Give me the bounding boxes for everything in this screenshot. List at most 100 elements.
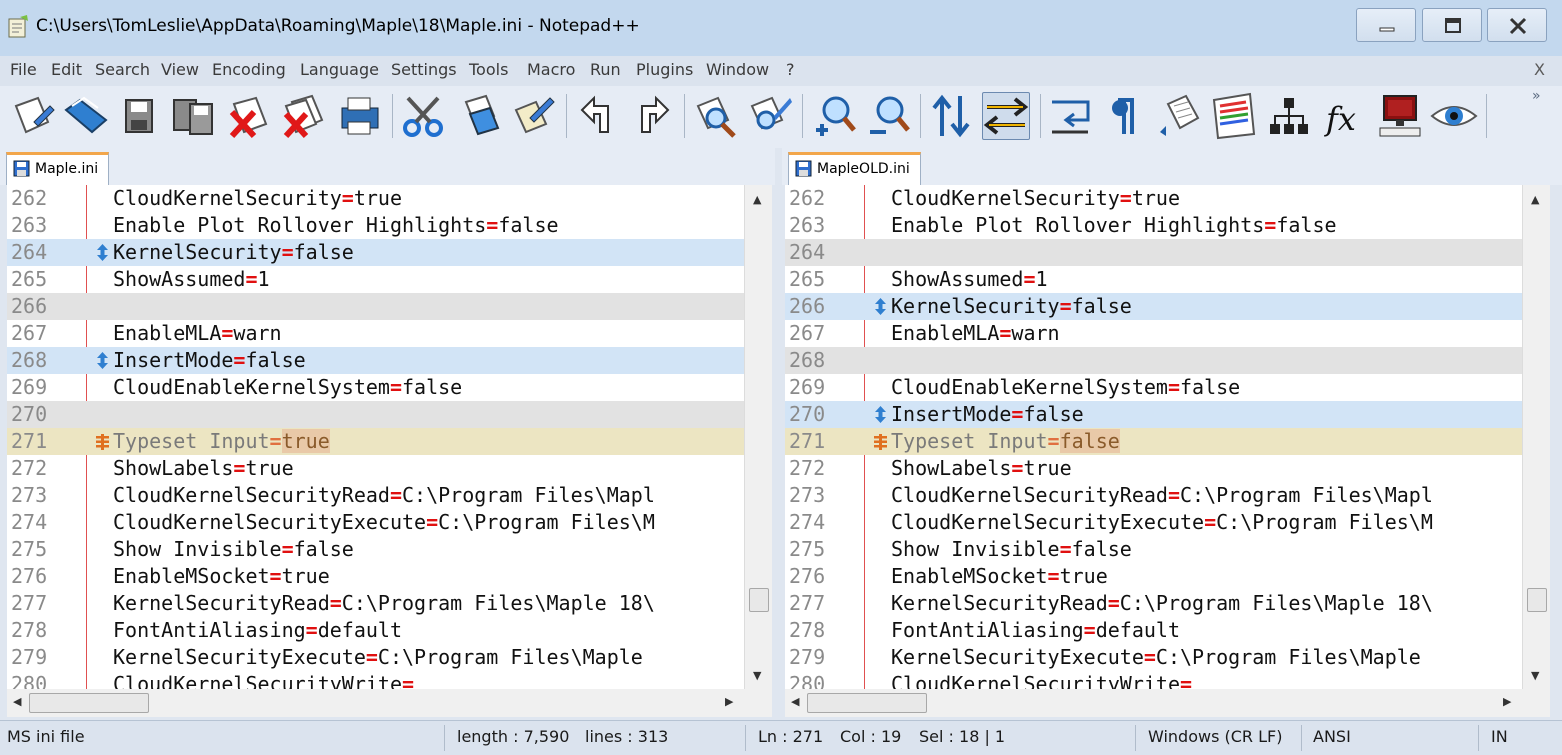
indent-guide-icon[interactable] <box>1156 92 1204 140</box>
code-line-273[interactable]: 273 CloudKernelSecurityRead=C:\Program Fi… <box>7 482 744 509</box>
menu-search[interactable]: Search <box>95 60 150 79</box>
code-line-276[interactable]: 276 EnableMSocket=true <box>7 563 744 590</box>
code-line-271[interactable]: 271 Typeset Input=false <box>785 428 1522 455</box>
horizontal-scrollbar-left[interactable]: ◀ ▶ <box>7 689 744 717</box>
status-eol[interactable]: Windows (CR LF) <box>1148 727 1282 746</box>
menu-plugins[interactable]: Plugins <box>636 60 693 79</box>
replace-icon[interactable] <box>746 92 794 140</box>
scroll-up-arrow-icon[interactable]: ▲ <box>753 193 761 206</box>
scroll-down-arrow-icon[interactable]: ▼ <box>1531 669 1539 682</box>
zoom-in-icon[interactable] <box>810 92 858 140</box>
close-all-icon[interactable] <box>278 92 326 140</box>
status-insert-mode[interactable]: IN <box>1491 727 1508 746</box>
scroll-up-arrow-icon[interactable]: ▲ <box>1531 193 1539 206</box>
scroll-thumb[interactable] <box>1527 588 1547 612</box>
word-wrap-icon[interactable] <box>1048 92 1096 140</box>
code-line-277[interactable]: 277 KernelSecurityRead=C:\Program Files\M… <box>785 590 1522 617</box>
scroll-thumb[interactable] <box>807 693 927 713</box>
doc-map-icon[interactable] <box>1210 92 1258 140</box>
code-line-275[interactable]: 275 Show Invisible=false <box>785 536 1522 563</box>
menu-help[interactable]: ? <box>786 60 795 79</box>
code-line-267[interactable]: 267 EnableMLA=warn <box>7 320 744 347</box>
horizontal-scrollbar-right[interactable]: ◀ ▶ <box>785 689 1522 717</box>
fx-icon[interactable]: fx <box>1320 92 1368 140</box>
close-file-icon[interactable] <box>224 92 272 140</box>
code-line-264[interactable]: 264 <box>785 239 1522 266</box>
menu-encoding[interactable]: Encoding <box>212 60 286 79</box>
scroll-right-arrow-icon[interactable]: ▶ <box>1503 695 1511 708</box>
close-window-button[interactable] <box>1487 8 1547 42</box>
code-line-278[interactable]: 278 FontAntiAliasing=default <box>7 617 744 644</box>
code-line-269[interactable]: 269 CloudEnableKernelSystem=false <box>7 374 744 401</box>
zoom-out-icon[interactable] <box>864 92 912 140</box>
vertical-scrollbar[interactable]: ▲ ▼ <box>744 185 772 692</box>
copy-icon[interactable] <box>456 92 504 140</box>
menu-file[interactable]: File <box>10 60 37 79</box>
code-line-268[interactable]: 268 <box>785 347 1522 374</box>
code-line-265[interactable]: 265 ShowAssumed=1 <box>7 266 744 293</box>
code-line-263[interactable]: 263 Enable Plot Rollover Highlights=false <box>7 212 744 239</box>
code-line-278[interactable]: 278 FontAntiAliasing=default <box>785 617 1522 644</box>
code-line-269[interactable]: 269 CloudEnableKernelSystem=false <box>785 374 1522 401</box>
new-file-icon[interactable] <box>8 92 56 140</box>
menu-run[interactable]: Run <box>590 60 621 79</box>
undo-icon[interactable] <box>574 92 622 140</box>
print-icon[interactable] <box>336 92 384 140</box>
code-line-273[interactable]: 273 CloudKernelSecurityRead=C:\Program Fi… <box>785 482 1522 509</box>
scroll-thumb[interactable] <box>749 588 769 612</box>
status-encoding[interactable]: ANSI <box>1313 727 1351 746</box>
menu-language[interactable]: Language <box>300 60 379 79</box>
tab-mapleold-ini[interactable]: MapleOLD.ini <box>788 152 921 185</box>
toolbar-overflow-button[interactable]: » <box>1532 88 1541 104</box>
code-line-268[interactable]: 268 InsertMode=false <box>7 347 744 374</box>
monitoring-icon[interactable] <box>1376 92 1424 140</box>
scroll-right-arrow-icon[interactable]: ▶ <box>725 695 733 708</box>
code-line-270[interactable]: 270 <box>7 401 744 428</box>
code-line-277[interactable]: 277 KernelSecurityRead=C:\Program Files\M… <box>7 590 744 617</box>
scroll-left-arrow-icon[interactable]: ◀ <box>791 695 799 708</box>
code-line-264[interactable]: 264 KernelSecurity=false <box>7 239 744 266</box>
menu-edit[interactable]: Edit <box>51 60 82 79</box>
menu-macro[interactable]: Macro <box>527 60 575 79</box>
paste-icon[interactable] <box>510 92 558 140</box>
code-line-266[interactable]: 266 <box>7 293 744 320</box>
editor-left[interactable]: 262 CloudKernelSecurity=true 263 Enable Plo… <box>7 185 772 692</box>
find-icon[interactable] <box>692 92 740 140</box>
maximize-button[interactable] <box>1422 8 1482 42</box>
save-all-icon[interactable] <box>170 92 218 140</box>
vertical-scrollbar[interactable]: ▲ ▼ <box>1522 185 1550 692</box>
code-line-274[interactable]: 274 CloudKernelSecurityExecute=C:\Program… <box>7 509 744 536</box>
code-line-275[interactable]: 275 Show Invisible=false <box>7 536 744 563</box>
code-line-270[interactable]: 270 InsertMode=false <box>785 401 1522 428</box>
scroll-thumb[interactable] <box>29 693 149 713</box>
sync-vertical-icon[interactable] <box>928 92 976 140</box>
code-line-272[interactable]: 272 ShowLabels=true <box>785 455 1522 482</box>
code-line-266[interactable]: 266 KernelSecurity=false <box>785 293 1522 320</box>
code-line-262[interactable]: 262 CloudKernelSecurity=true <box>7 185 744 212</box>
show-all-chars-icon[interactable] <box>1102 92 1150 140</box>
scroll-left-arrow-icon[interactable]: ◀ <box>13 695 21 708</box>
menu-settings[interactable]: Settings <box>391 60 457 79</box>
code-line-272[interactable]: 272 ShowLabels=true <box>7 455 744 482</box>
code-line-274[interactable]: 274 CloudKernelSecurityExecute=C:\Program… <box>785 509 1522 536</box>
scroll-down-arrow-icon[interactable]: ▼ <box>753 669 761 682</box>
save-icon[interactable] <box>116 92 164 140</box>
code-line-271[interactable]: 271 Typeset Input=true <box>7 428 744 455</box>
menu-tools[interactable]: Tools <box>469 60 508 79</box>
code-line-262[interactable]: 262 CloudKernelSecurity=true <box>785 185 1522 212</box>
redo-icon[interactable] <box>628 92 676 140</box>
tab-maple-ini[interactable]: Maple.ini <box>6 152 110 185</box>
menu-view[interactable]: View <box>161 60 199 79</box>
menu-window[interactable]: Window <box>706 60 769 79</box>
code-line-267[interactable]: 267 EnableMLA=warn <box>785 320 1522 347</box>
sync-horizontal-icon[interactable] <box>982 92 1030 140</box>
code-line-279[interactable]: 279 KernelSecurityExecute=C:\Program File… <box>7 644 744 671</box>
editor-right[interactable]: 262 CloudKernelSecurity=true 263 Enable Plo… <box>785 185 1550 692</box>
code-line-276[interactable]: 276 EnableMSocket=true <box>785 563 1522 590</box>
function-list-icon[interactable] <box>1266 92 1314 140</box>
code-line-263[interactable]: 263 Enable Plot Rollover Highlights=false <box>785 212 1522 239</box>
cut-icon[interactable] <box>400 92 448 140</box>
code-line-265[interactable]: 265 ShowAssumed=1 <box>785 266 1522 293</box>
close-document-button[interactable]: X <box>1534 60 1545 79</box>
open-file-icon[interactable] <box>62 92 110 140</box>
